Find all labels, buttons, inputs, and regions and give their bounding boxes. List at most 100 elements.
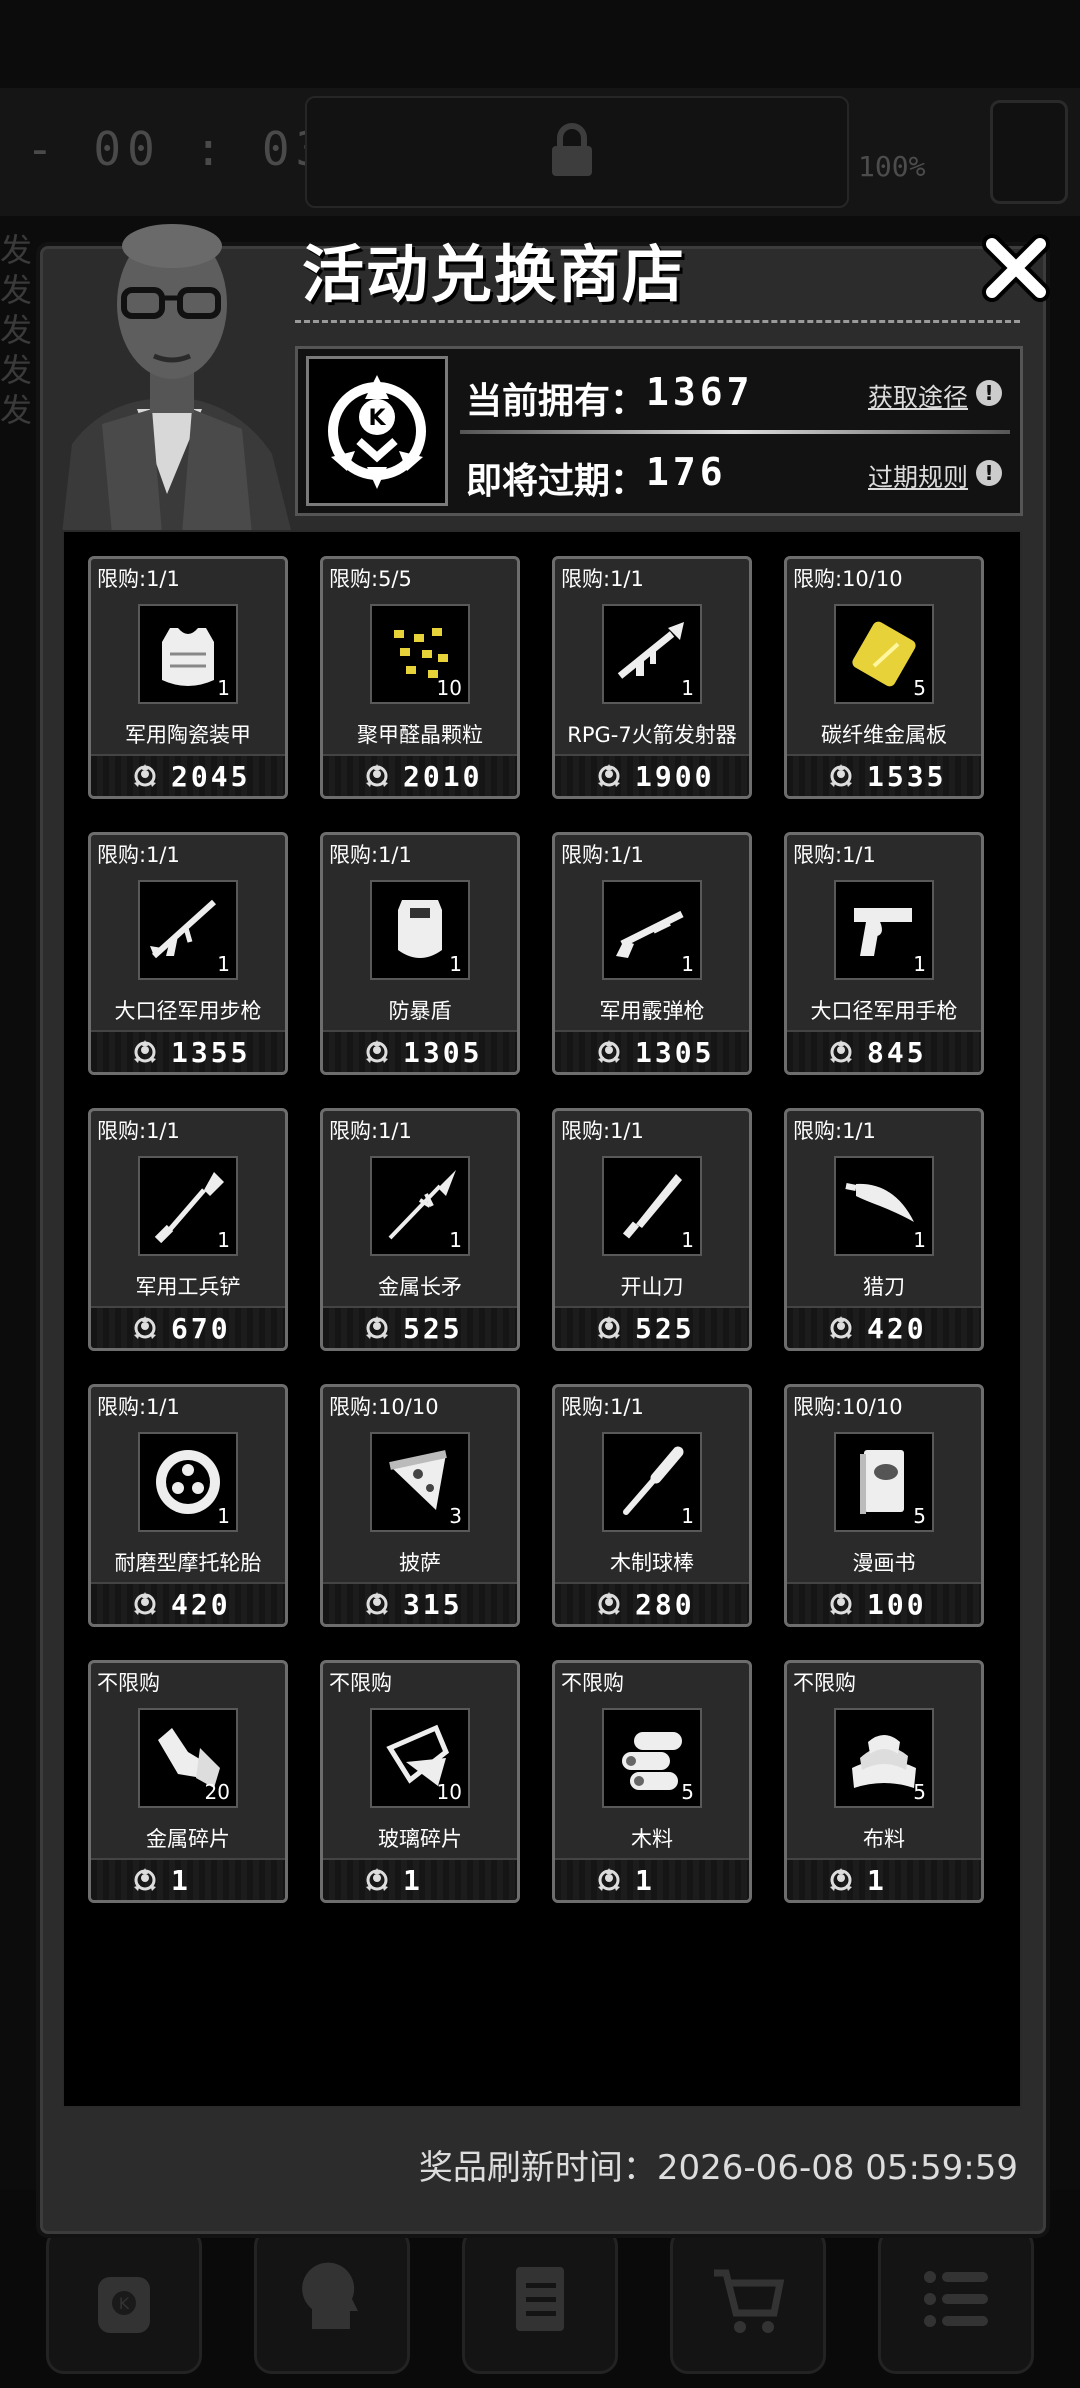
- k-coin-icon: [131, 1866, 159, 1894]
- shop-item-card[interactable]: 限购:10/10 3 披萨 315: [320, 1384, 520, 1627]
- k-coin-icon: [131, 1590, 159, 1618]
- nav-backpack-button[interactable]: K: [46, 2228, 202, 2374]
- k-coin-icon: [827, 1590, 855, 1618]
- price-bar: 420: [91, 1582, 285, 1624]
- item-name: 猎刀: [863, 1275, 905, 1299]
- purchase-limit: 限购:1/1: [561, 567, 644, 591]
- item-quantity: 1: [217, 952, 230, 976]
- item-price: 420: [171, 1588, 231, 1621]
- purchase-limit: 限购:1/1: [97, 843, 180, 867]
- item-name: 玻璃碎片: [378, 1827, 462, 1851]
- item-price: 1535: [867, 760, 947, 793]
- nav-notes-button[interactable]: [462, 2228, 618, 2374]
- spear-icon: [388, 1170, 456, 1240]
- merchant-portrait: [62, 224, 292, 534]
- shop-item-card[interactable]: 限购:1/1 1 耐磨型摩托轮胎 420: [88, 1384, 288, 1627]
- shop-item-card[interactable]: 限购:1/1 1 军用陶瓷装甲 2045: [88, 556, 288, 799]
- purchase-limit: 限购:10/10: [329, 1395, 439, 1419]
- item-name: 金属长矛: [378, 1275, 462, 1299]
- purchase-limit: 限购:1/1: [793, 843, 876, 867]
- machete-icon: [622, 1174, 682, 1239]
- item-icon-frame: 1: [138, 604, 238, 704]
- close-icon[interactable]: [980, 232, 1052, 304]
- item-price: 670: [171, 1312, 231, 1345]
- price-bar: 1: [555, 1858, 749, 1900]
- shop-item-card[interactable]: 限购:1/1 1 军用工兵铲 670: [88, 1108, 288, 1351]
- cart-icon: [714, 2269, 785, 2333]
- price-bar: 1: [91, 1858, 285, 1900]
- price-bar: 1: [323, 1858, 517, 1900]
- ceramic-armor-icon: [162, 628, 214, 686]
- wood-logs-icon: [622, 1732, 682, 1790]
- shop-item-card[interactable]: 不限购 10 玻璃碎片 1: [320, 1660, 520, 1903]
- k-coin-icon: [595, 1866, 623, 1894]
- item-price: 1355: [171, 1036, 251, 1069]
- item-price: 1305: [635, 1036, 715, 1069]
- shop-item-card[interactable]: 限购:1/1 1 金属长矛 525: [320, 1108, 520, 1351]
- shop-item-card[interactable]: 限购:1/1 1 防暴盾 1305: [320, 832, 520, 1075]
- item-name: 开山刀: [620, 1275, 684, 1299]
- k-coin-icon: [595, 1038, 623, 1066]
- owned-label: 当前拥有：: [466, 381, 647, 422]
- item-quantity: 1: [449, 1228, 462, 1252]
- price-bar: 2045: [91, 754, 285, 796]
- item-price: 1: [867, 1864, 887, 1897]
- shop-item-card[interactable]: 限购:1/1 1 木制球棒 280: [552, 1384, 752, 1627]
- purchase-limit: 限购:1/1: [329, 843, 412, 867]
- item-quantity: 10: [436, 676, 462, 700]
- price-bar: 670: [91, 1306, 285, 1348]
- k-coin-icon: [363, 1038, 391, 1066]
- item-quantity: 20: [204, 1780, 230, 1804]
- shotgun-icon: [616, 910, 684, 958]
- nav-menu-button[interactable]: [878, 2228, 1034, 2374]
- item-name: 军用霰弹枪: [599, 999, 705, 1023]
- shop-item-card[interactable]: 限购:5/5 10 聚甲醛晶颗粒 2010: [320, 556, 520, 799]
- shop-item-card[interactable]: 限购:1/1 1 开山刀 525: [552, 1108, 752, 1351]
- shop-item-card[interactable]: 不限购 5 布料 1: [784, 1660, 984, 1903]
- purchase-limit: 不限购: [329, 1671, 392, 1695]
- shop-item-card[interactable]: 限购:1/1 1 大口径军用手枪 845: [784, 832, 984, 1075]
- item-name: 披萨: [399, 1551, 441, 1575]
- hud-menu-button[interactable]: [990, 100, 1068, 204]
- item-quantity: 5: [681, 1780, 694, 1804]
- price-bar: 100: [787, 1582, 981, 1624]
- nav-shop-button[interactable]: [670, 2228, 826, 2374]
- item-icon-frame: 3: [370, 1432, 470, 1532]
- shop-item-card[interactable]: 限购:10/10 5 碳纤维金属板 1535: [784, 556, 984, 799]
- item-name: 防暴盾: [388, 999, 452, 1023]
- purchase-limit: 限购:5/5: [329, 567, 412, 591]
- bat-icon: [623, 1446, 684, 1515]
- shop-item-card[interactable]: 限购:1/1 1 军用霰弹枪 1305: [552, 832, 752, 1075]
- item-icon-frame: 1: [602, 880, 702, 980]
- item-icon-frame: 1: [138, 1156, 238, 1256]
- purchase-limit: 限购:1/1: [329, 1119, 412, 1143]
- shop-item-card[interactable]: 限购:1/1 1 RPG-7火箭发射器 1900: [552, 556, 752, 799]
- svg-text:K: K: [368, 406, 386, 431]
- shop-item-card[interactable]: 不限购 5 木料 1: [552, 1660, 752, 1903]
- refresh-time-text: 奖品刷新时间：2026-06-08 05:59:59: [418, 2148, 1018, 2188]
- purchase-limit: 限购:1/1: [97, 1119, 180, 1143]
- purchase-limit: 不限购: [561, 1671, 624, 1695]
- k-coin-icon: [595, 1314, 623, 1342]
- shop-item-card[interactable]: 限购:1/1 1 猎刀 420: [784, 1108, 984, 1351]
- info-icon[interactable]: !: [976, 460, 1002, 486]
- k-coin-icon: [131, 1038, 159, 1066]
- item-price: 2010: [403, 760, 483, 793]
- item-name: 大口径军用手枪: [810, 999, 958, 1023]
- price-bar: 525: [555, 1306, 749, 1348]
- item-icon-frame: 5: [834, 604, 934, 704]
- expire-rules-link[interactable]: 过期规则: [868, 458, 968, 494]
- item-price: 845: [867, 1036, 927, 1069]
- k-coin-icon: [131, 1314, 159, 1342]
- shop-item-card[interactable]: 限购:10/10 5 漫画书 100: [784, 1384, 984, 1627]
- item-quantity: 1: [681, 676, 694, 700]
- pistol-icon: [854, 908, 912, 956]
- title-divider: [295, 320, 1020, 323]
- obtain-methods-link[interactable]: 获取途径: [868, 378, 968, 414]
- item-quantity: 1: [913, 1228, 926, 1252]
- info-icon[interactable]: !: [976, 380, 1002, 406]
- nav-skills-button[interactable]: [254, 2228, 410, 2374]
- shop-item-card[interactable]: 不限购 20 金属碎片 1: [88, 1660, 288, 1903]
- item-price: 1: [403, 1864, 423, 1897]
- shop-item-card[interactable]: 限购:1/1 1 大口径军用步枪 1355: [88, 832, 288, 1075]
